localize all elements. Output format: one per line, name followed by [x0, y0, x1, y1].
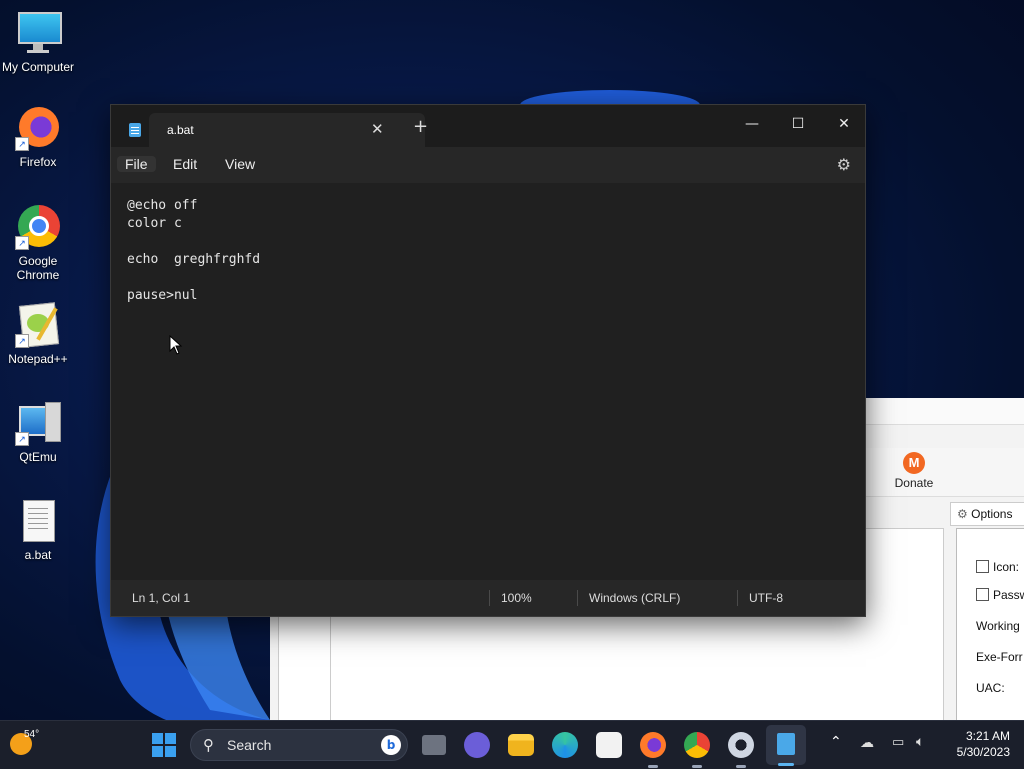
menu-view[interactable]: View	[221, 156, 259, 172]
desktop-icon-label: a.bat	[24, 548, 52, 562]
checkbox[interactable]	[976, 588, 989, 601]
store-icon[interactable]	[596, 732, 622, 758]
active-indicator	[778, 763, 794, 766]
cursor-position: Ln 1, Col 1	[132, 591, 191, 605]
encoding[interactable]: UTF-8	[749, 591, 783, 605]
chrome-taskbar-icon[interactable]	[684, 732, 710, 758]
taskbar-search[interactable]: ⚲ Search b	[190, 729, 408, 761]
tab-options[interactable]: ⚙ Options	[950, 502, 1024, 526]
notepad-titlebar[interactable]: a.bat ✕ + — ☐ ✕	[111, 105, 865, 147]
desktop-icon-label: Firefox	[19, 155, 57, 169]
desktop-icon-label: Notepad++	[8, 352, 68, 366]
donate-button[interactable]: M Donate	[886, 452, 942, 490]
windows-logo-icon	[152, 733, 176, 757]
status-bar: Ln 1, Col 1 100% Windows (CRLF) UTF-8	[111, 580, 865, 616]
clock-time: 3:21 AM	[965, 729, 1010, 743]
notepad-app-icon	[129, 123, 141, 137]
line-ending[interactable]: Windows (CRLF)	[589, 591, 680, 605]
background-app-toolbar	[860, 448, 1024, 497]
maximize-button[interactable]: ☐	[783, 111, 813, 137]
batch-file-icon	[15, 498, 61, 544]
close-tab-icon[interactable]: ✕	[371, 120, 384, 138]
option-password-checkbox[interactable]: Passw	[976, 588, 1024, 602]
zoom-level[interactable]: 100%	[501, 591, 532, 605]
desktop-icon-a-bat[interactable]: a.bat	[0, 498, 76, 562]
firefox-icon: ↗	[15, 105, 61, 151]
qtemu-icon: ↗	[15, 400, 61, 446]
bing-icon[interactable]: b	[381, 735, 401, 755]
start-button[interactable]	[152, 733, 176, 757]
shortcut-arrow-icon: ↗	[15, 432, 29, 446]
weather-temperature: 54°	[24, 729, 40, 740]
edge-icon[interactable]	[552, 732, 578, 758]
option-label: Passw	[993, 588, 1024, 602]
option-icon-checkbox[interactable]: Icon:	[976, 560, 1019, 574]
tab-title: a.bat	[167, 123, 194, 137]
option-exe-format-label: Exe-Forr	[976, 650, 1023, 664]
shortcut-arrow-icon: ↗	[15, 334, 29, 348]
tab-a-bat[interactable]: a.bat ✕	[149, 113, 425, 147]
settings-taskbar-icon[interactable]	[728, 732, 754, 758]
taskbar: 54° ⚲ Search b ⌃ ☁ ▭ 🔈︎ 3:21 AM 5/30/202…	[0, 720, 1024, 769]
desktop-icon-label: QtEmu	[19, 450, 57, 464]
search-label: Search	[227, 737, 272, 753]
file-explorer-icon[interactable]	[508, 734, 534, 756]
desktop-icon-notepadpp[interactable]: ↗ Notepad++	[0, 302, 76, 366]
firefox-taskbar-icon[interactable]	[640, 732, 666, 758]
minimize-button[interactable]: —	[737, 111, 767, 137]
new-tab-button[interactable]: +	[413, 118, 428, 136]
option-label: Icon:	[993, 560, 1020, 574]
shortcut-arrow-icon: ↗	[15, 137, 29, 151]
teams-chat-icon[interactable]	[464, 732, 490, 758]
clock[interactable]: 3:21 AM 5/30/2023	[946, 729, 1010, 759]
desktop-icon-firefox[interactable]: ↗ Firefox	[0, 105, 76, 169]
editor-content[interactable]: @echo off color c echo greghfrghfd pause…	[127, 197, 260, 305]
clock-date: 5/30/2023	[956, 745, 1010, 759]
desktop-icon-label: My Computer	[1, 60, 75, 74]
notepadpp-icon: ↗	[15, 302, 61, 348]
status-divider	[577, 590, 578, 606]
search-icon: ⚲	[203, 736, 214, 754]
notepad-taskbar-icon	[777, 733, 795, 755]
notepad-window[interactable]: a.bat ✕ + — ☐ ✕ File Edit View ⚙ @echo o…	[110, 104, 866, 617]
desktop-icon-my-computer[interactable]: My Computer	[0, 10, 76, 74]
onedrive-icon[interactable]: ☁	[860, 735, 874, 751]
desktop-icon-qtemu[interactable]: ↗ QtEmu	[0, 400, 76, 464]
chrome-icon: ↗	[15, 204, 61, 250]
text-editor[interactable]: @echo off color c echo greghfrghfd pause…	[111, 183, 865, 583]
desktop-icon-chrome[interactable]: ↗ Google Chrome	[0, 204, 76, 282]
monitor-icon	[15, 10, 62, 56]
status-divider	[737, 590, 738, 606]
options-tab-label: Options	[971, 507, 1013, 521]
settings-gear-icon[interactable]: ⚙	[837, 155, 851, 174]
option-uac-label: UAC:	[976, 681, 1005, 695]
chevron-up-icon[interactable]: ⌃	[830, 734, 842, 750]
task-view-icon[interactable]	[422, 735, 446, 755]
shortcut-arrow-icon: ↗	[15, 236, 29, 250]
menu-edit[interactable]: Edit	[169, 156, 201, 172]
monero-icon: M	[903, 452, 925, 474]
checkbox[interactable]	[976, 560, 989, 573]
menu-file[interactable]: File	[117, 156, 156, 172]
option-working-label: Working	[976, 619, 1020, 633]
gear-icon: ⚙	[957, 507, 968, 521]
close-window-button[interactable]: ✕	[829, 111, 859, 137]
volume-icon[interactable]: 🔈︎	[916, 734, 924, 750]
status-divider	[489, 590, 490, 606]
desktop-icon-label: Google Chrome	[16, 254, 60, 282]
notepad-taskbar-button[interactable]	[766, 725, 806, 766]
donate-label: Donate	[894, 476, 934, 490]
network-icon[interactable]: ▭	[892, 735, 904, 750]
notepad-menubar: File Edit View ⚙	[111, 147, 865, 183]
